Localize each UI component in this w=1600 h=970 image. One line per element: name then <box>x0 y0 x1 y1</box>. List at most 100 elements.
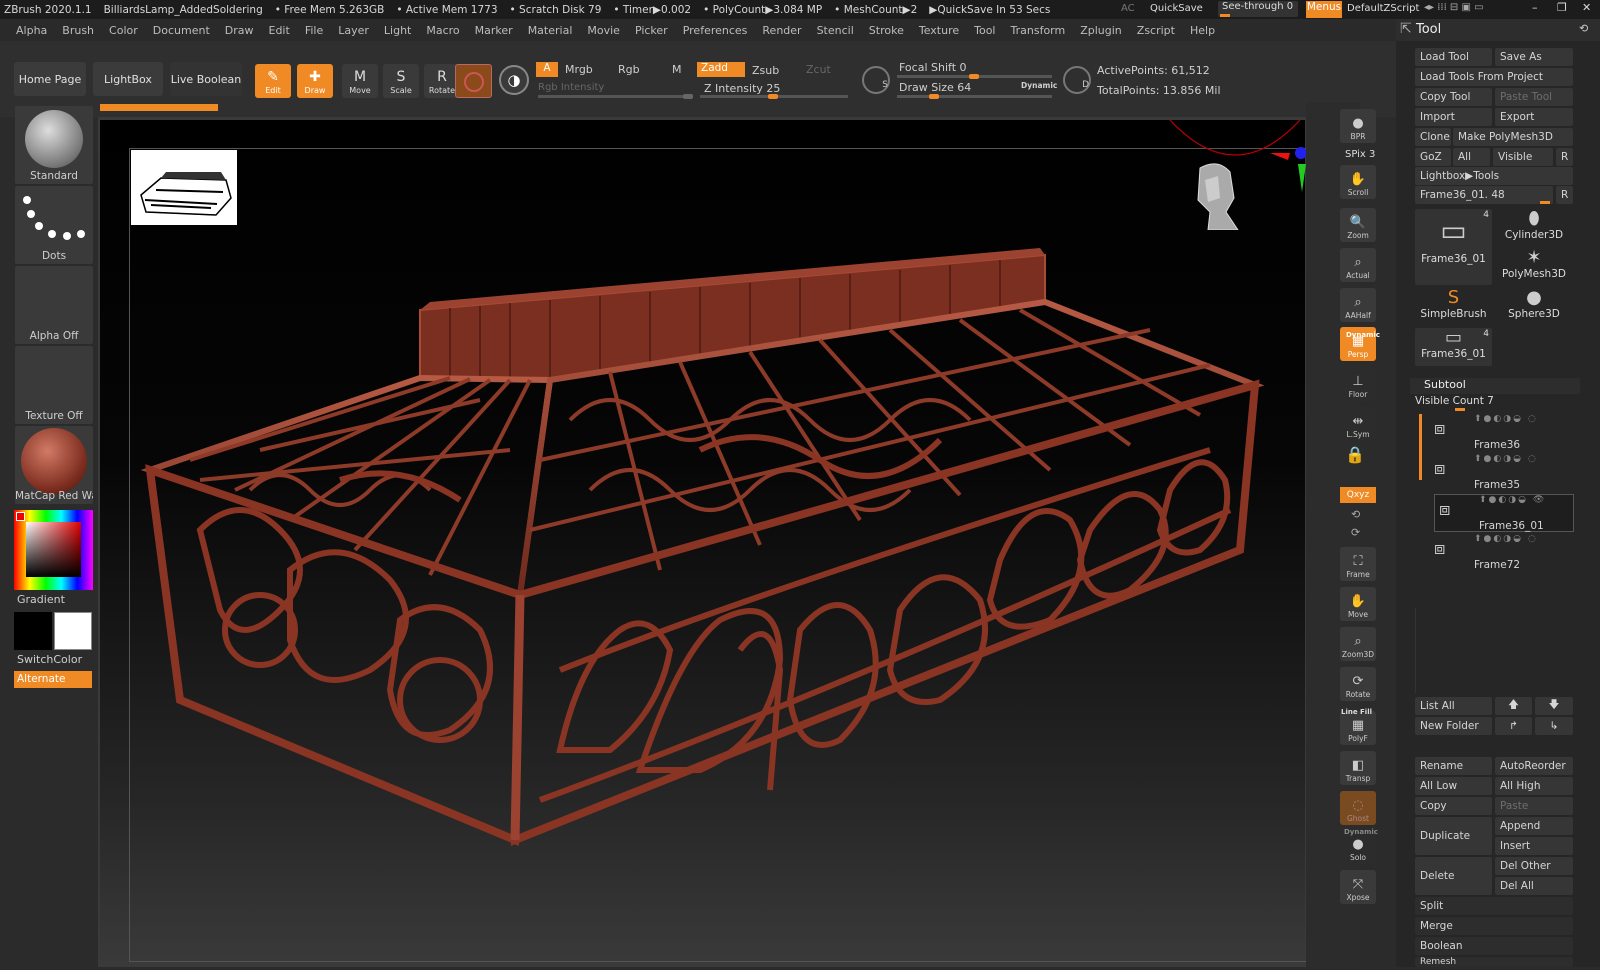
lazy-d-icon[interactable]: D <box>1063 66 1091 94</box>
lamp-model[interactable] <box>140 230 1270 970</box>
menu-file[interactable]: File <box>305 24 323 37</box>
rename-button[interactable]: Rename <box>1415 757 1492 775</box>
clone-button[interactable]: Clone <box>1415 128 1451 146</box>
xyz-symmetry-button[interactable]: Qxyz <box>1340 487 1376 503</box>
lightbox-tools-button[interactable]: Lightbox▶Tools <box>1415 167 1573 185</box>
rightshelf-lsym-button[interactable]: ⇹ L.Sym <box>1340 407 1376 441</box>
close-icon[interactable]: ✕ <box>1582 1 1591 14</box>
save-as-button[interactable]: Save As <box>1495 48 1573 66</box>
paste-tool-button[interactable]: Paste Tool <box>1495 88 1573 106</box>
autoreorder-button[interactable]: AutoReorder <box>1495 757 1573 775</box>
switch-color-button[interactable]: SwitchColor <box>17 653 82 666</box>
export-button[interactable]: Export <box>1495 108 1573 126</box>
tool-thumb-cylinder3d[interactable]: ⬮ Cylinder3D <box>1495 209 1573 246</box>
quicksave-button[interactable]: QuickSave <box>1150 3 1203 14</box>
alpha-mode-button[interactable]: A <box>536 62 558 77</box>
zadd-button[interactable]: Zadd <box>697 62 745 77</box>
color-picker-square[interactable] <box>26 522 81 577</box>
all-high-button[interactable]: All High <box>1495 777 1573 795</box>
rightshelf-aahalf-button[interactable]: ⌕ AAHalf <box>1340 288 1376 322</box>
menu-tool[interactable]: Tool <box>974 24 995 37</box>
tool-thumb-polymesh3d[interactable]: ✶ PolyMesh3D <box>1495 248 1573 284</box>
focal-shift-track[interactable] <box>897 74 1052 79</box>
reset-icon[interactable]: ⟲ <box>1579 22 1588 35</box>
menu-alpha[interactable]: Alpha <box>16 24 47 37</box>
primary-color-swatch[interactable] <box>54 612 92 650</box>
rightshelf-zoom3d-button[interactable]: ⌕ Zoom3D <box>1340 627 1376 661</box>
lock-icon[interactable]: 🔒 <box>1345 445 1365 464</box>
zcut-button[interactable]: Zcut <box>806 63 831 76</box>
load-tool-button[interactable]: Load Tool <box>1415 48 1492 66</box>
menu-draw[interactable]: Draw <box>225 24 254 37</box>
menu-transform[interactable]: Transform <box>1011 24 1066 37</box>
list-all-button[interactable]: List All <box>1415 697 1492 715</box>
merge-section[interactable]: Merge <box>1415 917 1573 935</box>
copy-tool-button[interactable]: Copy Tool <box>1415 88 1492 106</box>
import-button[interactable]: Import <box>1415 108 1492 126</box>
texture-thumb[interactable]: Texture Off <box>15 346 93 424</box>
goz-button[interactable]: GoZ <box>1415 148 1451 166</box>
material-thumb[interactable]: MatCap Red Wax <box>15 426 93 504</box>
z-intensity-track[interactable] <box>700 94 848 99</box>
tool-edit-button[interactable]: ✎ Edit <box>255 64 291 98</box>
minimize-icon[interactable]: – <box>1532 1 1538 14</box>
subtool-controls-icon[interactable]: ⬆●◐◑◒ ◌ <box>1474 414 1538 424</box>
rgb-button[interactable]: Rgb <box>618 63 640 76</box>
move-up-icon[interactable]: ↱ <box>1495 717 1532 735</box>
tool-thumb-simplebrush[interactable]: S SimpleBrush <box>1415 288 1492 325</box>
tool-scale-button[interactable]: S Scale <box>383 64 419 98</box>
menu-brush[interactable]: Brush <box>62 24 94 37</box>
home-page-button[interactable]: Home Page <box>14 62 86 96</box>
all-low-button[interactable]: All Low <box>1415 777 1492 795</box>
menu-zscript[interactable]: Zscript <box>1137 24 1175 37</box>
navigator-thumbnail[interactable] <box>131 150 237 225</box>
copy-button[interactable]: Copy <box>1415 797 1492 815</box>
rightshelf-scroll-button[interactable]: ✋ Scroll <box>1340 165 1376 199</box>
menu-texture[interactable]: Texture <box>919 24 959 37</box>
rightshelf-zoom-button[interactable]: 🔍 Zoom <box>1340 208 1376 242</box>
append-button[interactable]: Append <box>1495 817 1573 835</box>
window-layout-icons[interactable]: ◂▸ ⁞⁞⁞ ⊟ ▣ ▭ <box>1424 2 1484 13</box>
current-tool-slider[interactable]: Frame36_01. 48 <box>1415 186 1553 204</box>
menu-render[interactable]: Render <box>762 24 801 37</box>
tool-move-button[interactable]: M Move <box>342 64 378 98</box>
menu-layer[interactable]: Layer <box>338 24 369 37</box>
rightshelf-floor-button[interactable]: ⊥ Floor <box>1340 367 1376 401</box>
see-through-slider[interactable]: See-through 0 <box>1218 1 1298 17</box>
dynamic-button[interactable]: Dynamic <box>1021 81 1057 90</box>
rotate-z-icon[interactable]: ⟳ <box>1351 526 1360 539</box>
menu-document[interactable]: Document <box>153 24 210 37</box>
arrow-down-icon[interactable]: 🡇 <box>1535 697 1573 715</box>
load-from-project-button[interactable]: Load Tools From Project <box>1415 68 1573 86</box>
rgb-intensity-slider[interactable]: Rgb Intensity <box>538 82 604 93</box>
menu-help[interactable]: Help <box>1190 24 1215 37</box>
make-polymesh-button[interactable]: Make PolyMesh3D <box>1453 128 1573 146</box>
menu-marker[interactable]: Marker <box>475 24 513 37</box>
menus-button[interactable]: Menus <box>1306 1 1342 18</box>
subtool-controls-icon[interactable]: ⬆●◐◑◒ ◌ <box>1474 534 1538 544</box>
menu-edit[interactable]: Edit <box>269 24 290 37</box>
rightshelf-frame-button[interactable]: ⛶ Frame <box>1340 547 1376 581</box>
tool-thumb-sphere3d[interactable]: ● Sphere3D <box>1495 288 1573 325</box>
tool-thumb-frame36_01[interactable]: 4 ▭ Frame36_01 <box>1415 328 1492 366</box>
subtool-item[interactable]: ⧈ ⬆●◐◑◒ 👁 Frame36_01 <box>1434 494 1574 532</box>
brush-thumb[interactable]: Standard <box>15 106 93 184</box>
rightshelf-transp-button[interactable]: ◧ Transp <box>1340 751 1376 785</box>
insert-button[interactable]: Insert <box>1495 837 1573 855</box>
draw-size-track[interactable] <box>897 94 1052 99</box>
tool-header[interactable]: ⇱ Tool ⟲ <box>1396 19 1600 41</box>
rightshelf-bpr-button[interactable]: ● BPR <box>1340 109 1376 143</box>
subtool-item[interactable]: ⧈ ⬆●◐◑◒ ◌ Frame35 <box>1430 454 1576 492</box>
menu-material[interactable]: Material <box>528 24 573 37</box>
rightshelf-ghost-button[interactable]: ◌ Ghost <box>1340 791 1376 825</box>
mrgb-button[interactable]: Mrgb <box>565 63 593 76</box>
del-other-button[interactable]: Del Other <box>1495 857 1573 875</box>
focal-shift-slider[interactable]: Focal Shift 0 <box>899 61 967 74</box>
secondary-color-swatch[interactable] <box>14 612 52 650</box>
duplicate-button[interactable]: Duplicate <box>1415 817 1492 855</box>
rightshelf-actual-button[interactable]: ⌕ Actual <box>1340 248 1376 282</box>
paste-button[interactable]: Paste <box>1495 797 1573 815</box>
spix-slider[interactable]: SPix 3 <box>1345 149 1375 160</box>
live-boolean-button[interactable]: Live Boolean <box>170 62 242 96</box>
split-section[interactable]: Split <box>1415 897 1573 915</box>
